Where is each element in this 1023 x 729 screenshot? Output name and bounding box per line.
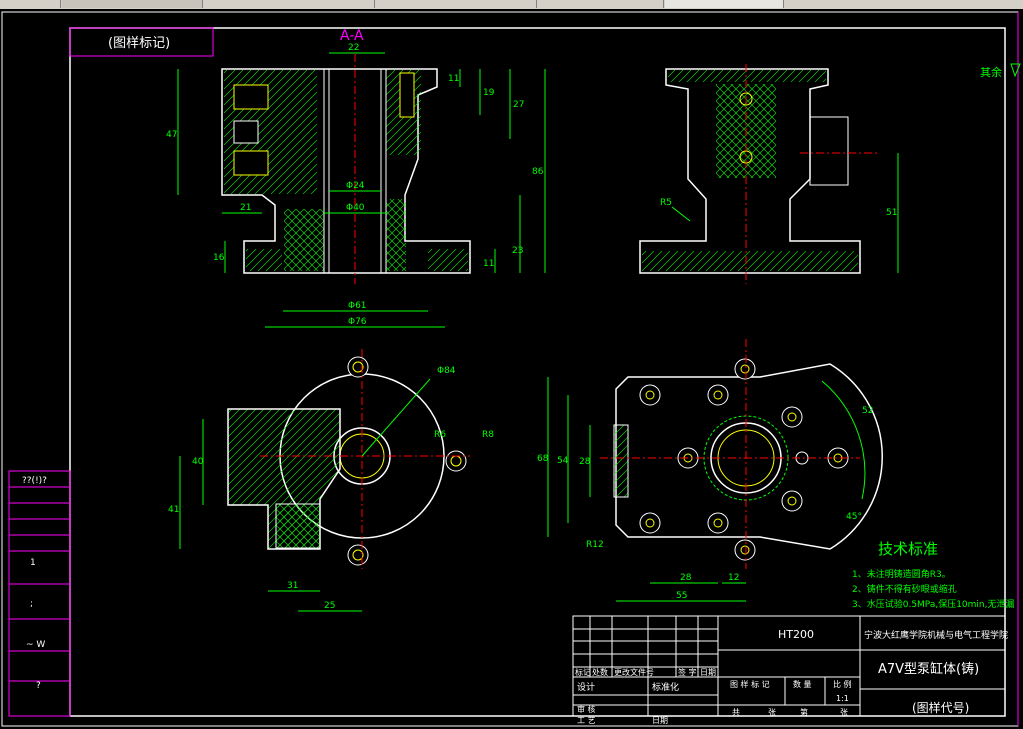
plan-view-right: 68 54 28 R12 28 12 55 52 45° [537, 339, 884, 602]
toolbar-segment[interactable] [204, 0, 375, 8]
dim: 31 [287, 581, 298, 591]
dim: 16 [213, 253, 225, 263]
header-mark: 标记 [575, 667, 591, 677]
toolbar-segment[interactable] [665, 0, 784, 8]
total-label: 共 [732, 708, 740, 717]
page2-label: 张 [840, 708, 848, 717]
dim: 54 [557, 456, 569, 466]
hatch-flange-left [246, 249, 282, 271]
strip-item: ??(!)? [22, 476, 47, 486]
roughness-other-label: 其余 [980, 65, 1002, 79]
dim: 45° [846, 512, 862, 522]
dim: 68 [537, 454, 549, 464]
toolbar-segment[interactable] [538, 0, 664, 8]
plan-view-left: Φ84 R6 R8 40 41 31 25 [168, 349, 494, 612]
dim: 47 [166, 130, 177, 140]
school-label: 宁波大红鹰学院机械与电气工程学院 [864, 629, 1008, 641]
material-label: HT200 [778, 628, 814, 641]
dim: Φ76 [348, 317, 367, 327]
scale-label: 比 例 [833, 679, 852, 689]
dim: 52 [862, 406, 873, 416]
dim: 12 [728, 573, 739, 583]
check-label: 审 核 [577, 704, 596, 714]
dim: 11 [483, 259, 494, 269]
inner-border [69, 27, 1006, 717]
dim: R5 [660, 198, 672, 208]
dim: 21 [240, 203, 251, 213]
dim: 23 [512, 246, 523, 256]
dim: R12 [586, 540, 604, 550]
process-label: 工 艺 [577, 716, 596, 725]
design-label: 设计 [577, 681, 595, 693]
dim: Φ84 [437, 366, 456, 376]
stage-mark-label: 图 样 标 记 [730, 679, 770, 689]
header-count: 处数 [592, 667, 608, 677]
dim: 86 [532, 167, 544, 177]
dim: 25 [324, 601, 335, 611]
title-block: 标记 处数 更改文件号 签 字 日期 设计 标准化 审 核 工 艺 日期 HT2… [572, 615, 1008, 725]
dim: 51 [886, 208, 897, 218]
sheet-label: 张 [768, 708, 776, 717]
dim: Φ61 [348, 301, 367, 311]
dim: R8 [482, 430, 494, 440]
header-doc: 更改文件号 [614, 667, 654, 677]
dim: Φ40 [346, 203, 365, 213]
dim: R6 [434, 430, 446, 440]
side-view: R5 51 [639, 64, 899, 284]
strip-item: 1 [30, 558, 36, 568]
section-label: A-A [340, 28, 364, 44]
date-label: 日期 [652, 716, 668, 725]
toolbar-segment[interactable] [62, 0, 203, 8]
hatch-lower-right [386, 199, 406, 271]
note-line: 1、未注明铸造圆角R3。 [852, 568, 951, 580]
hatch-flange-right [428, 249, 468, 271]
dim: 55 [676, 591, 687, 601]
header-date: 日期 [700, 668, 716, 677]
hatch-lower-left [284, 209, 324, 271]
note-line: 2、铸件不得有砂眼或缩孔 [852, 583, 957, 595]
technical-notes: 技术标准 1、未注明铸造圆角R3。 2、铸件不得有砂眼或缩孔 3、水压试验0.5… [852, 540, 1015, 610]
mark-label: (图样标记) [108, 36, 170, 51]
roughness-symbol-icon [1010, 63, 1021, 78]
strip-item: ~ W [26, 640, 45, 650]
dim: 41 [168, 505, 179, 515]
page-label: 第 [800, 707, 808, 717]
cad-drawing-canvas[interactable]: (图样标记) 其余 ??(!)? 1 ; ~ W ? A-A 22 11 19 … [0, 9, 1023, 729]
dim: Φ24 [346, 181, 365, 191]
dim: 28 [579, 457, 591, 467]
scale-value: 1:1 [836, 694, 849, 703]
dim: 22 [348, 43, 359, 53]
dim: 27 [513, 100, 524, 110]
strip-item: ? [36, 681, 41, 691]
weight-label: 数 量 [793, 679, 812, 689]
dim: 11 [448, 74, 459, 84]
header-sign: 签 字 [678, 667, 697, 677]
application-top-strip [0, 0, 1023, 9]
notes-heading: 技术标准 [878, 540, 938, 558]
dim: 28 [680, 573, 692, 583]
standardize-label: 标准化 [652, 681, 679, 693]
left-strip: ??(!)? 1 ; ~ W ? [8, 470, 71, 717]
strip-item: ; [30, 599, 33, 609]
dim: 40 [192, 457, 204, 467]
dim: 19 [483, 88, 495, 98]
drawing-code: (图样代号) [912, 700, 969, 715]
note-line: 3、水压试验0.5MPa,保压10min,无泄漏 [852, 598, 1015, 610]
toolbar-segment[interactable] [0, 0, 61, 8]
part-name: A7V型泵缸体(铸) [878, 661, 979, 677]
toolbar-segment[interactable] [376, 0, 537, 8]
section-view-a-a: A-A 22 11 19 27 86 47 Φ24 Φ40 21 16 23 1… [166, 28, 546, 328]
